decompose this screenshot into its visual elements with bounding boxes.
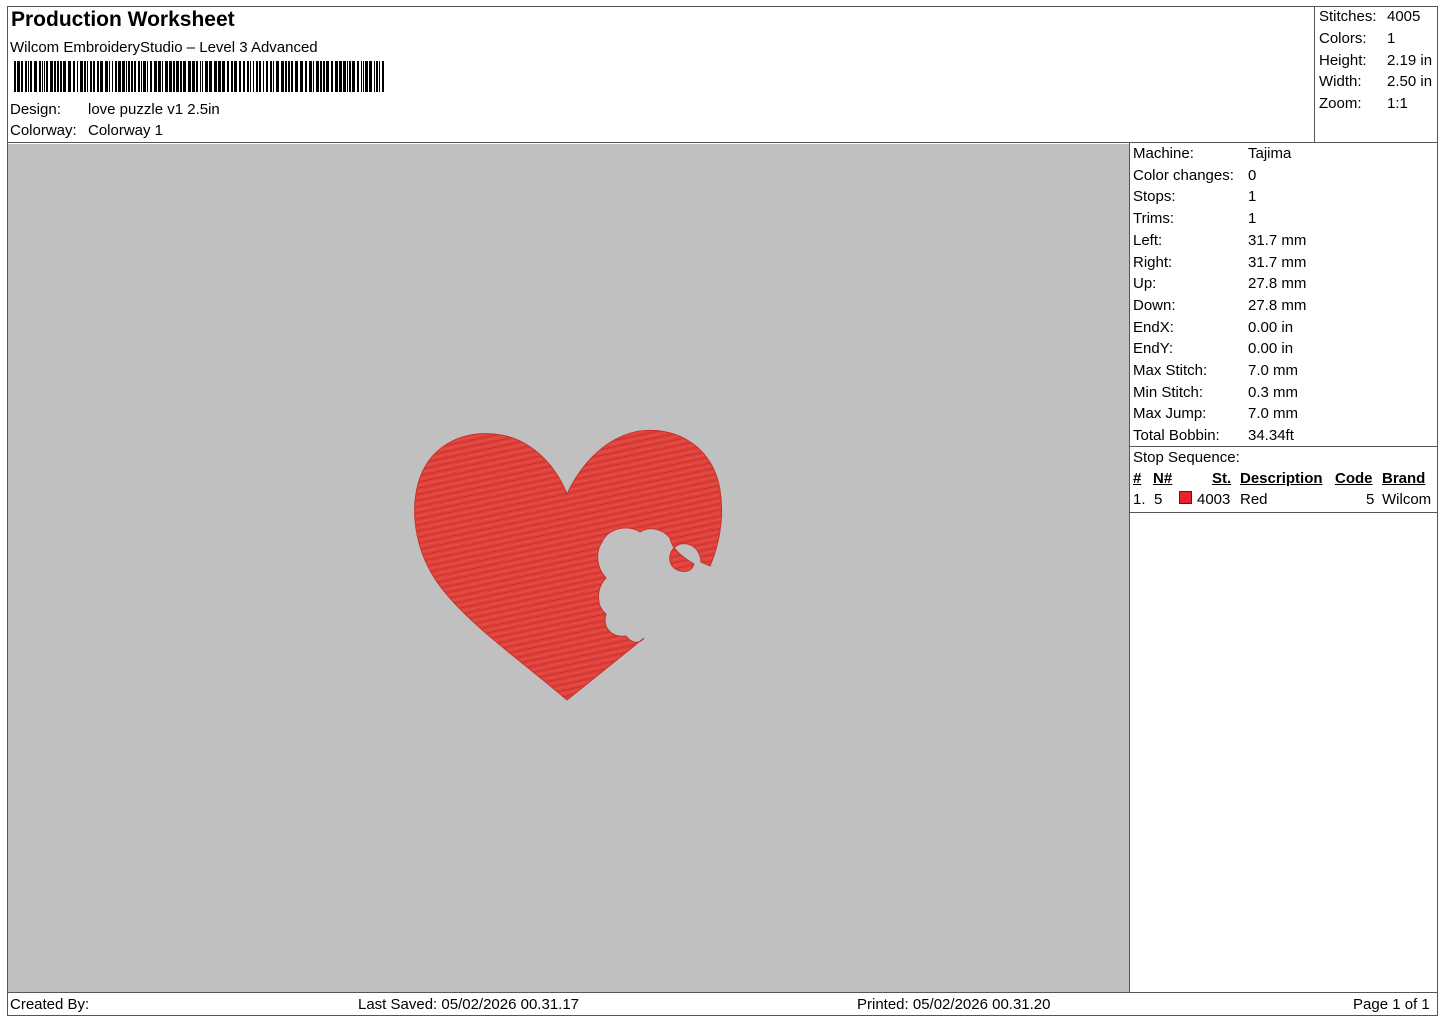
width-label: Width: [1319,73,1362,90]
info-label: Max Stitch: [1133,362,1208,379]
last-saved: Last Saved: 05/02/2026 00.31.17 [358,996,580,1013]
row-num: 1. [1133,491,1146,508]
colorway-value: Colorway 1 [88,122,164,139]
sequence-divider [1129,512,1438,513]
software-name: Wilcom EmbroideryStudio – Level 3 Advanc… [10,39,318,56]
page-title: Production Worksheet [11,8,235,31]
info-value: 7.0 mm [1248,362,1299,379]
info-value: 0.00 in [1248,340,1294,357]
info-label: Machine: [1133,145,1194,162]
info-value: 7.0 mm [1248,405,1299,422]
printed-date: Printed: 05/02/2026 00.31.20 [857,996,1051,1013]
stop-sequence-title: Stop Sequence: [1133,449,1240,466]
info-value: 1 [1248,210,1257,227]
zoom-value: 1:1 [1387,95,1408,112]
info-value: 0.00 in [1248,319,1294,336]
info-value: 31.7 mm [1248,254,1307,271]
color-swatch [1179,491,1192,504]
header-description: Description [1240,470,1323,487]
info-value: 0 [1248,167,1257,184]
height-value: 2.19 in [1387,52,1433,69]
design-preview [8,144,1129,992]
info-value: 1 [1248,188,1257,205]
info-label: Min Stitch: [1133,384,1204,401]
barcode-icon [14,61,386,92]
header-stitches: St. [1212,470,1232,487]
info-label: Up: [1133,275,1157,292]
info-label: Right: [1133,254,1173,271]
puzzle-heart-icon [414,429,723,701]
info-label: Stops: [1133,188,1176,205]
colorway-label: Colorway: [10,122,77,139]
info-value: Tajima [1248,145,1292,162]
design-artwork [414,429,723,701]
header-needle: N# [1153,470,1173,487]
info-value: 27.8 mm [1248,275,1307,292]
info-label: Left: [1133,232,1163,249]
row-code: 5 [1366,491,1375,508]
header-divider [7,142,1438,143]
side-panel-divider [1129,142,1130,993]
zoom-label: Zoom: [1319,95,1362,112]
info-label: Down: [1133,297,1176,314]
info-value: 34.34ft [1248,427,1294,444]
page-number: Page 1 of 1 [1353,996,1430,1013]
info-value: 31.7 mm [1248,232,1307,249]
summary-divider [1314,6,1315,143]
header-code: Code [1335,470,1373,487]
footer-divider [7,992,1438,993]
info-divider [1129,446,1438,447]
stitches-value: 4005 [1387,8,1421,25]
header-brand: Brand [1382,470,1426,487]
info-value: 0.3 mm [1248,384,1299,401]
row-brand: Wilcom [1382,491,1432,508]
design-label: Design: [10,101,61,118]
colors-label: Colors: [1319,30,1367,47]
created-by: Created By: [10,996,90,1013]
row-needle: 5 [1154,491,1163,508]
colors-value: 1 [1387,30,1396,47]
height-label: Height: [1319,52,1367,69]
info-label: Color changes: [1133,167,1234,184]
info-label: Trims: [1133,210,1175,227]
row-stitches: 4003 [1197,491,1231,508]
info-label: Max Jump: [1133,405,1207,422]
row-description: Red [1240,491,1268,508]
info-label: Total Bobbin: [1133,427,1220,444]
info-label: EndX: [1133,319,1174,336]
info-value: 27.8 mm [1248,297,1307,314]
design-value: love puzzle v1 2.5in [88,101,220,118]
info-label: EndY: [1133,340,1174,357]
stitches-label: Stitches: [1319,8,1377,25]
header-num: # [1133,470,1142,487]
width-value: 2.50 in [1387,73,1433,90]
